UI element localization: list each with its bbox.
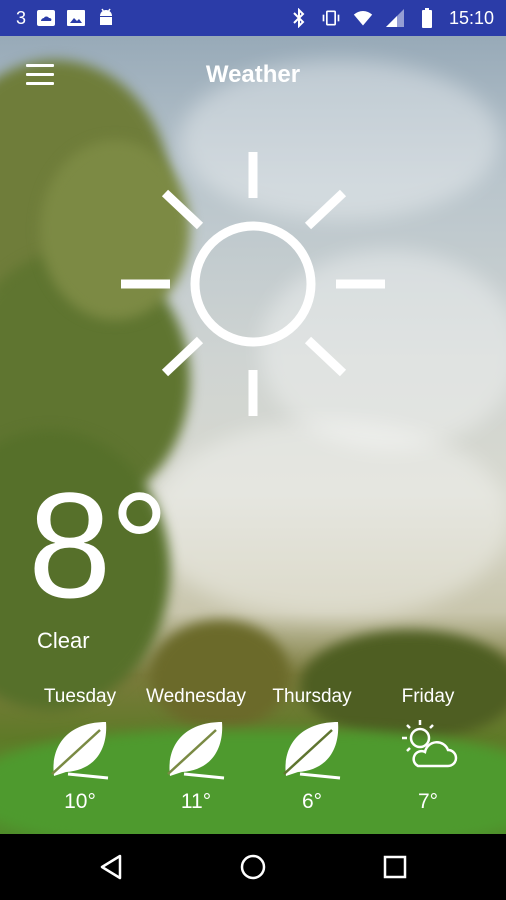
partly-cloudy-icon <box>396 716 460 780</box>
back-icon[interactable] <box>91 847 131 887</box>
forecast-temp: 10° <box>64 790 96 813</box>
status-bar: 3 15:10 <box>0 0 506 36</box>
forecast-day-name: Tuesday <box>43 686 117 707</box>
battery-icon <box>417 8 437 28</box>
vibrate-icon <box>321 8 341 28</box>
android-icon <box>96 8 116 28</box>
navigation-bar <box>0 834 506 900</box>
page-title: Weather <box>205 61 301 88</box>
current-condition: Clear <box>37 628 90 653</box>
leaf-icon <box>164 716 228 780</box>
current-temperature: 8° <box>28 461 169 629</box>
cloud-sync-icon <box>36 8 56 28</box>
forecast-day-name: Thursday <box>272 686 352 707</box>
app-bar: Weather <box>0 36 506 116</box>
status-time: 15:10 <box>448 7 494 28</box>
leaf-icon <box>48 716 112 780</box>
forecast-day[interactable]: Friday 7° <box>370 686 486 814</box>
forecast-temp: 7° <box>417 790 439 813</box>
forecast-row: Tuesday 10° Wednesday 11° Thursday 6° Fr… <box>22 686 486 814</box>
forecast-day[interactable]: Thursday 6° <box>254 686 370 814</box>
recents-icon[interactable] <box>375 847 415 887</box>
notification-count: 3 <box>16 7 27 28</box>
forecast-day-name: Friday <box>401 686 455 707</box>
image-icon <box>66 8 86 28</box>
home-icon[interactable] <box>233 847 273 887</box>
sun-icon <box>118 150 388 420</box>
forecast-temp: 6° <box>301 790 323 813</box>
forecast-day[interactable]: Wednesday 11° <box>138 686 254 814</box>
leaf-icon <box>280 716 344 780</box>
forecast-day-name: Wednesday <box>146 686 246 707</box>
forecast-temp: 11° <box>180 790 212 813</box>
wifi-icon <box>353 8 373 28</box>
forecast-day[interactable]: Tuesday 10° <box>22 686 138 814</box>
cell-signal-icon <box>385 8 405 28</box>
bluetooth-icon <box>289 8 309 28</box>
